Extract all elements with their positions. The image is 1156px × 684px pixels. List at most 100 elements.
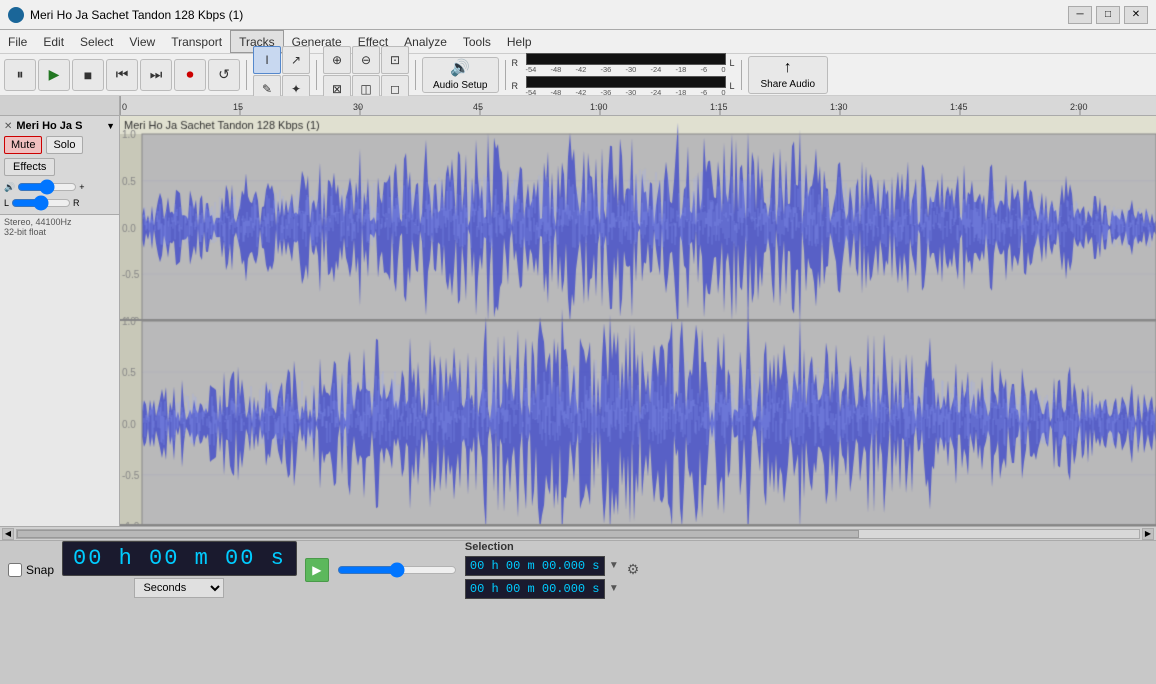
track-name: Meri Ho Ja S <box>16 120 102 132</box>
stop-button[interactable]: ■ <box>72 59 104 91</box>
audio-setup-icon: 🔊 <box>450 58 470 78</box>
menu-edit[interactable]: Edit <box>35 30 72 53</box>
titlebar-title: Meri Ho Ja Sachet Tandon 128 Kbps (1) <box>30 8 243 22</box>
sel-start-row: 00 h 00 m 00.000 s ▼ <box>465 556 619 576</box>
bottom-bar: Snap 00 h 00 m 00 s Seconds Samples hh:m… <box>0 540 1156 598</box>
menu-transport[interactable]: Transport <box>163 30 230 53</box>
record-button[interactable]: ⏺ <box>174 59 206 91</box>
maximize-button[interactable]: □ <box>1096 6 1120 24</box>
record-vu-label: R <box>512 58 524 68</box>
play-vu-row: R -54-48-42-36-30-24-18-60 L <box>512 76 735 97</box>
selection-label: Selection <box>465 541 619 553</box>
menu-tools[interactable]: Tools <box>455 30 499 53</box>
play-small-button[interactable]: ▶ <box>305 558 329 582</box>
zoom-out-tool[interactable]: ⊖ <box>352 46 380 74</box>
zoom-in-tool[interactable]: ⊕ <box>323 46 351 74</box>
track-dropdown-button[interactable]: ▼ <box>106 121 115 131</box>
scroll-track[interactable] <box>16 529 1140 539</box>
track-buttons: Mute Solo <box>4 136 115 154</box>
titlebar-left: Meri Ho Ja Sachet Tandon 128 Kbps (1) <box>8 7 243 23</box>
track-close-button[interactable]: ✕ <box>4 121 12 132</box>
mute-button[interactable]: Mute <box>4 136 42 154</box>
pause-button[interactable]: ⏸ <box>4 59 36 91</box>
minimize-button[interactable]: ─ <box>1068 6 1092 24</box>
menu-view[interactable]: View <box>121 30 163 53</box>
fit-selection-tool[interactable]: ⊡ <box>381 46 409 74</box>
menu-select[interactable]: Select <box>72 30 121 53</box>
playback-speed-slider[interactable] <box>337 562 457 578</box>
menu-file[interactable]: File <box>0 30 35 53</box>
share-audio-button[interactable]: ↑ Share Audio <box>748 56 829 94</box>
snap-checkbox[interactable] <box>8 563 22 577</box>
scroll-right-button[interactable]: ▶ <box>1142 528 1154 540</box>
play-vu-label: R <box>512 81 524 91</box>
skip-end-button[interactable]: ⏭ <box>140 59 172 91</box>
solo-button[interactable]: Solo <box>46 136 82 154</box>
svg-text:1:00: 1:00 <box>590 102 608 112</box>
share-audio-icon: ↑ <box>784 59 792 77</box>
playback-slider-area <box>337 562 457 578</box>
titlebar-controls[interactable]: ─ □ ✕ <box>1068 6 1148 24</box>
selection-area: Selection 00 h 00 m 00.000 s ▼ 00 h 00 m… <box>465 541 619 599</box>
seconds-select[interactable]: Seconds Samples hh:mm:ss <box>134 578 224 598</box>
sel-end-input[interactable]: 00 h 00 m 00.000 s <box>465 579 605 599</box>
scroll-thumb[interactable] <box>17 530 859 538</box>
track-sample-rate: Stereo, 44100Hz <box>4 217 115 227</box>
vu-scale-top: -54-48-42-36-30-24-18-60 <box>526 65 726 74</box>
close-button[interactable]: ✕ <box>1124 6 1148 24</box>
svg-text:15: 15 <box>233 102 243 112</box>
record-vu-l: L <box>730 58 735 68</box>
gain-slider[interactable] <box>17 180 77 194</box>
record-vu-bar <box>526 53 726 65</box>
sel-start-arrow[interactable]: ▼ <box>609 560 619 571</box>
play-vu-l: L <box>730 81 735 91</box>
track-info: Stereo, 44100Hz 32-bit float <box>0 215 119 239</box>
ruler-spacer <box>0 96 119 116</box>
vu-meters: R -54-48-42-36-30-24-18-60 L R -54-48-42… <box>512 51 735 99</box>
app-icon <box>8 7 24 23</box>
audio-setup-label: Audio Setup <box>433 80 488 91</box>
pan-slider[interactable] <box>11 196 71 210</box>
sel-start-input[interactable]: 00 h 00 m 00.000 s <box>465 556 605 576</box>
sel-end-arrow[interactable]: ▼ <box>609 583 619 594</box>
record-vu-bar-wrap: -54-48-42-36-30-24-18-60 <box>526 53 726 74</box>
main-area: ✕ Meri Ho Ja S ▼ Mute Solo Effects 🔊 + L… <box>0 96 1156 526</box>
sel-end-row: 00 h 00 m 00.000 s ▼ <box>465 579 619 599</box>
svg-text:1:45: 1:45 <box>950 102 968 112</box>
separator5 <box>741 60 742 90</box>
hscrollbar: ◀ ▶ <box>0 526 1156 540</box>
separator2 <box>316 60 317 90</box>
pan-r-label: R <box>73 198 80 208</box>
play-button[interactable]: ▶ <box>38 59 70 91</box>
select-tool[interactable]: I <box>253 46 281 74</box>
scroll-left-button[interactable]: ◀ <box>2 528 14 540</box>
play-vu-bar <box>526 76 726 88</box>
pan-l-label: L <box>4 198 9 208</box>
loop-button[interactable]: ↺ <box>208 59 240 91</box>
svg-text:1:30: 1:30 <box>830 102 848 112</box>
snap-label: Snap <box>26 563 54 577</box>
toolbar1: ⏸ ▶ ■ ⏮ ⏭ ⏺ ↺ I ↗ ✎ ✦ ⊕ ⊖ ⊡ ⊠ ◫ ◻ 🔊 Audi… <box>0 54 1156 96</box>
track-name-row: ✕ Meri Ho Ja S ▼ <box>4 120 115 132</box>
skip-start-button[interactable]: ⏮ <box>106 59 138 91</box>
share-audio-label: Share Audio <box>761 79 816 90</box>
snap-section: Snap <box>8 563 54 577</box>
waveform-canvas <box>120 116 1156 526</box>
track-bit-depth: 32-bit float <box>4 227 115 237</box>
time-display: 00 h 00 m 00 s <box>62 541 297 576</box>
record-vu-row: R -54-48-42-36-30-24-18-60 L <box>512 53 735 74</box>
envelope-tool[interactable]: ↗ <box>282 46 310 74</box>
separator4 <box>505 60 506 90</box>
gain-plus: + <box>79 182 84 192</box>
separator3 <box>415 60 416 90</box>
svg-text:2:00: 2:00 <box>1070 102 1088 112</box>
zoom-grid: ⊕ ⊖ ⊡ ⊠ ◫ ◻ <box>323 46 409 103</box>
waveform-container[interactable] <box>120 116 1156 526</box>
audio-setup-button[interactable]: 🔊 Audio Setup <box>422 57 499 93</box>
settings-icon[interactable]: ⚙ <box>627 561 640 578</box>
effects-button[interactable]: Effects <box>4 158 55 176</box>
gain-icon: 🔊 <box>4 182 15 193</box>
gain-row: 🔊 + <box>4 180 115 194</box>
track-header: ✕ Meri Ho Ja S ▼ Mute Solo Effects 🔊 + L… <box>0 116 119 215</box>
timeline-area: 0 15 30 45 1:00 1:15 1:30 1:45 2:00 2:15 <box>120 96 1156 526</box>
